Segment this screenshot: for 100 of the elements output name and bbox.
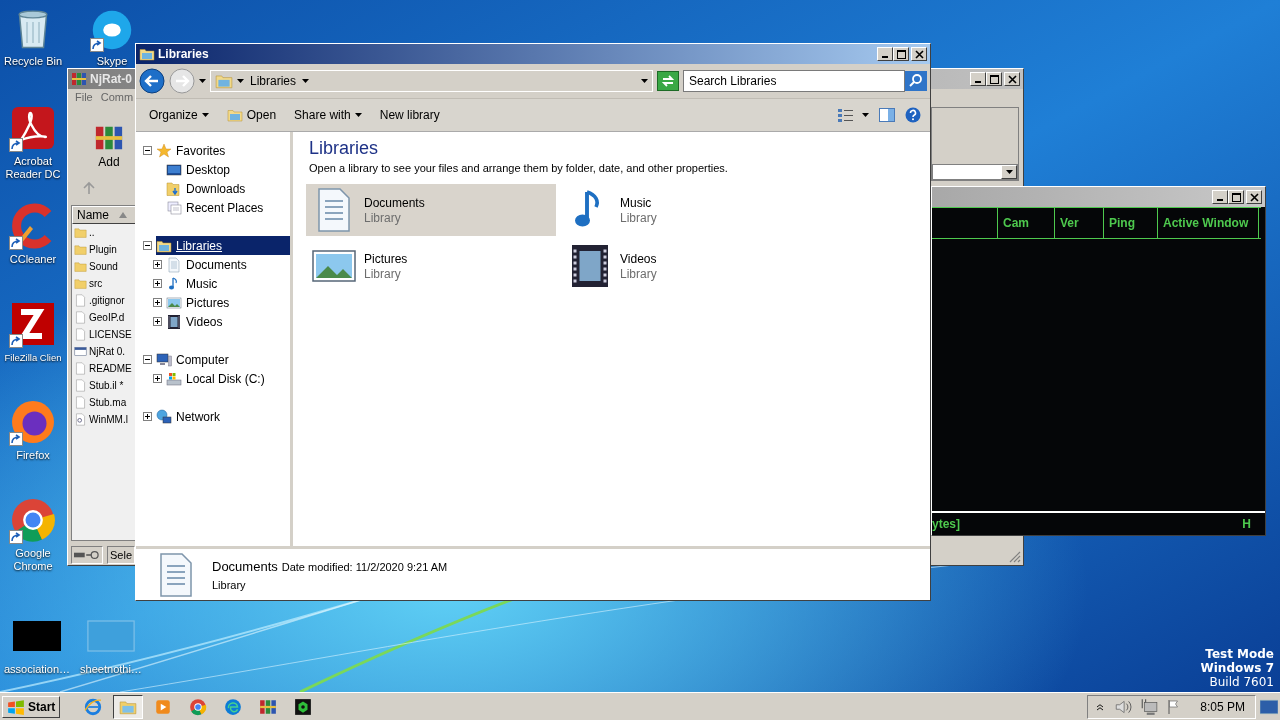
browser-logo-icon	[84, 697, 103, 716]
nav-item[interactable]: Favorites	[156, 141, 290, 160]
nav-item[interactable]: Libraries	[156, 236, 290, 255]
file-list-item[interactable]: Stub.ma	[72, 394, 136, 411]
caret-icon	[641, 79, 648, 83]
breadcrumb[interactable]: Libraries	[248, 74, 299, 88]
library-tile[interactable]: Videos Library	[562, 240, 812, 292]
address-bar[interactable]: Libraries	[210, 70, 653, 92]
library-tile[interactable]: Pictures Library	[306, 240, 556, 292]
close-button[interactable]	[911, 47, 927, 61]
file-list-item[interactable]: Plugin	[72, 241, 136, 258]
caret-icon	[862, 113, 869, 117]
nav-item[interactable]: Desktop	[166, 160, 290, 179]
preview-pane-button[interactable]	[876, 106, 898, 124]
column-header[interactable]: Ping	[1104, 208, 1158, 238]
minimize-button[interactable]	[970, 72, 986, 86]
search-field[interactable]: Search Libraries	[683, 70, 905, 92]
file-list-item[interactable]: Sound	[72, 258, 136, 275]
file-list-item[interactable]: README	[72, 360, 136, 377]
nav-item[interactable]: Downloads	[166, 179, 290, 198]
expand-toggle[interactable]	[153, 260, 162, 269]
details-name: Documents	[212, 558, 278, 574]
download-folder-icon	[166, 180, 182, 197]
expand-toggle[interactable]	[153, 279, 162, 288]
resize-grip-icon	[1009, 551, 1021, 563]
minimize-button[interactable]	[1212, 190, 1228, 204]
file-list-item[interactable]: LICENSE	[72, 326, 136, 343]
nav-item[interactable]: Computer	[156, 350, 290, 369]
desktop-shortcut[interactable]: CCleaner	[0, 202, 66, 266]
settings-file-icon	[74, 413, 87, 426]
file-list-item[interactable]: NjRat 0.	[72, 343, 136, 360]
dropdown-field[interactable]	[932, 164, 1018, 180]
collapse-toggle[interactable]	[143, 241, 152, 250]
refresh-icon	[657, 71, 679, 91]
status-text: Sele	[107, 546, 136, 564]
file-list-item[interactable]: WinMM.l	[72, 411, 136, 428]
maximize-button[interactable]	[1228, 190, 1244, 204]
column-header[interactable]: Active Window	[1158, 208, 1259, 238]
file-list-item[interactable]: Stub.il *	[72, 377, 136, 394]
windows-logo-icon	[7, 697, 25, 716]
preview-pane-icon	[879, 108, 895, 122]
menu-item[interactable]: Comm	[100, 91, 134, 107]
close-button[interactable]	[1246, 190, 1262, 204]
file-icon	[74, 311, 87, 324]
nav-item[interactable]: Recent Places	[166, 198, 290, 217]
collapse-toggle[interactable]	[143, 146, 152, 155]
start-button[interactable]: Start	[2, 695, 61, 718]
column-header[interactable]: Ver	[1055, 208, 1104, 238]
film-strip-icon	[166, 313, 182, 330]
desktop-shortcut[interactable]: Firefox	[0, 398, 66, 462]
toolbar-button[interactable]: New library	[372, 105, 447, 125]
taskbar-button[interactable]	[113, 694, 144, 719]
expand-toggle[interactable]	[153, 374, 162, 383]
file-list-item[interactable]: .gitignor	[72, 292, 136, 309]
views-button[interactable]	[835, 106, 872, 124]
minimize-button[interactable]	[877, 47, 893, 61]
nav-item[interactable]: Local Disk (C:)	[166, 369, 290, 388]
file-list-item[interactable]: GeoIP.d	[72, 309, 136, 326]
file-list-item[interactable]: ..	[72, 224, 136, 241]
file-list-item[interactable]: src	[72, 275, 136, 292]
menu-item[interactable]: File	[75, 91, 93, 107]
menu-button[interactable]: Share with	[287, 105, 369, 125]
globe-logo-icon	[9, 398, 57, 446]
nav-item[interactable]: Network	[156, 407, 290, 426]
expand-toggle[interactable]	[153, 317, 162, 326]
nav-item[interactable]: Music	[166, 274, 290, 293]
caret-icon	[201, 113, 209, 117]
library-tile[interactable]: Music Library	[562, 184, 812, 236]
history-button[interactable]	[199, 79, 206, 83]
folder-icon	[74, 226, 87, 239]
desktop-shortcut[interactable]: Skype	[90, 8, 134, 68]
books-icon	[71, 71, 87, 87]
refresh-button[interactable]	[657, 71, 679, 91]
nav-item[interactable]: Documents	[166, 255, 290, 274]
expand-toggle[interactable]	[153, 298, 162, 307]
maximize-button[interactable]	[893, 47, 909, 61]
close-button[interactable]	[1004, 72, 1020, 86]
back-button[interactable]	[139, 68, 165, 94]
dropdown-button[interactable]	[1001, 165, 1017, 179]
show-desktop-button[interactable]	[1260, 697, 1278, 716]
clock[interactable]: 8:05 PM	[1200, 699, 1245, 714]
monitor-icon	[166, 161, 182, 178]
open-button[interactable]: Open	[219, 104, 284, 126]
collapse-toggle[interactable]	[143, 355, 152, 364]
desktop-shortcut[interactable]: FileZilla Clien	[0, 300, 66, 364]
nav-item[interactable]: Videos	[166, 312, 290, 331]
library-tile[interactable]: Documents Library	[306, 184, 556, 236]
menu-button[interactable]: Organize	[142, 105, 216, 125]
desktop-shortcut[interactable]: Recycle Bin	[0, 4, 66, 68]
page-description: Open a library to see your files and arrange them by folder, date, and other properties.	[309, 162, 729, 174]
library-folder-icon	[215, 72, 233, 90]
column-header[interactable]: Cam	[998, 208, 1055, 238]
file-icon	[74, 328, 87, 341]
expand-toggle[interactable]	[143, 412, 152, 421]
column-header[interactable]: Name	[72, 206, 136, 224]
desktop-shortcut[interactable]: Acrobat Reader DC	[0, 104, 66, 181]
search-icon[interactable]	[905, 71, 927, 91]
nav-item[interactable]: Pictures	[166, 293, 290, 312]
maximize-button[interactable]	[986, 72, 1002, 86]
add-button[interactable]: Add	[89, 111, 129, 169]
